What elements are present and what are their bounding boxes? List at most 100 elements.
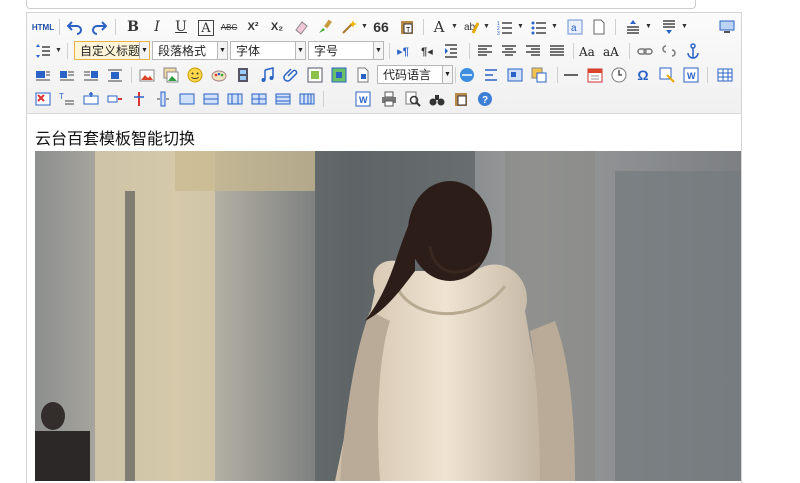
insert-date-button[interactable] bbox=[585, 65, 605, 85]
insert-frame-button[interactable] bbox=[305, 65, 325, 85]
align-left-button[interactable] bbox=[475, 41, 495, 61]
merge-right-button[interactable] bbox=[201, 89, 221, 109]
unordered-list-dropdown-arrow[interactable]: ▼ bbox=[551, 23, 558, 30]
delete-col-button[interactable] bbox=[153, 89, 173, 109]
row-spacing-top-dropdown-arrow[interactable]: ▼ bbox=[645, 23, 652, 30]
underline-button[interactable]: U bbox=[171, 17, 191, 37]
insert-video-button[interactable] bbox=[233, 65, 253, 85]
horizontal-rule-button[interactable] bbox=[561, 65, 581, 85]
format-painter-button[interactable] bbox=[315, 17, 335, 37]
background-color-dropdown-arrow[interactable]: ▼ bbox=[483, 23, 490, 30]
superscript-button[interactable]: X² bbox=[243, 17, 263, 37]
delete-table-button[interactable] bbox=[33, 89, 53, 109]
subscript-button[interactable]: X₂ bbox=[267, 17, 287, 37]
line-height-button[interactable] bbox=[33, 41, 53, 61]
insert-row-button[interactable] bbox=[81, 89, 101, 109]
row-spacing-bottom-dropdown-arrow[interactable]: ▼ bbox=[681, 23, 688, 30]
code-language-select[interactable]: 代码语言 ▼ bbox=[377, 65, 453, 84]
image-float-left-button[interactable] bbox=[57, 65, 77, 85]
redo-button[interactable] bbox=[89, 17, 109, 37]
emotion-button[interactable] bbox=[185, 65, 205, 85]
template-button[interactable] bbox=[481, 65, 501, 85]
help-button[interactable]: ? bbox=[475, 89, 495, 109]
custom-title-select[interactable]: 自定义标题 ▼ bbox=[74, 41, 150, 60]
font-color-button[interactable]: A bbox=[429, 17, 449, 37]
spelling-check-button[interactable]: a bbox=[565, 17, 585, 37]
split-rows-button[interactable] bbox=[273, 89, 293, 109]
unordered-list-button[interactable] bbox=[529, 17, 549, 37]
split-cols-button[interactable] bbox=[297, 89, 317, 109]
indent-button[interactable] bbox=[441, 41, 461, 61]
image-center-button[interactable] bbox=[105, 65, 125, 85]
row-spacing-bottom-button[interactable] bbox=[659, 17, 679, 37]
split-columns-icon bbox=[299, 93, 315, 105]
insert-time-button[interactable] bbox=[609, 65, 629, 85]
insert-col-button[interactable] bbox=[129, 89, 149, 109]
split-cells-button[interactable] bbox=[249, 89, 269, 109]
eraser-button[interactable] bbox=[291, 17, 311, 37]
align-center-button[interactable] bbox=[499, 41, 519, 61]
preview-button[interactable] bbox=[717, 17, 737, 37]
new-document-button[interactable] bbox=[589, 17, 609, 37]
unlink-button[interactable] bbox=[659, 41, 679, 61]
attachment-button[interactable] bbox=[281, 65, 301, 85]
ordered-list-dropdown-arrow[interactable]: ▼ bbox=[517, 23, 524, 30]
paragraph-format-select[interactable]: 段落格式 ▼ bbox=[152, 41, 228, 60]
image-float-none-button[interactable] bbox=[33, 65, 53, 85]
content-photo[interactable] bbox=[35, 151, 741, 481]
ordered-list-button[interactable]: 123 bbox=[495, 17, 515, 37]
insert-code-button[interactable] bbox=[353, 65, 373, 85]
image-float-right-button[interactable] bbox=[81, 65, 101, 85]
insert-image-button[interactable] bbox=[137, 65, 157, 85]
rtl-direction-button[interactable]: ¶◂ bbox=[417, 41, 437, 61]
svg-text:a: a bbox=[571, 23, 577, 34]
bold-button[interactable]: B bbox=[123, 17, 143, 37]
ltr-direction-button[interactable]: ▸¶ bbox=[393, 41, 413, 61]
background-color-button[interactable]: ab bbox=[461, 17, 481, 37]
font-color-dropdown-arrow[interactable]: ▼ bbox=[451, 23, 458, 30]
insert-table-button[interactable] bbox=[715, 65, 735, 85]
insert-paragraph-before-table-button[interactable]: T bbox=[57, 89, 77, 109]
font-size-select[interactable]: 字号 ▼ bbox=[308, 41, 384, 60]
multi-image-button[interactable] bbox=[161, 65, 181, 85]
scrawl-button[interactable] bbox=[209, 65, 229, 85]
outer-frame-strip bbox=[26, 0, 696, 9]
insert-music-button[interactable] bbox=[257, 65, 277, 85]
draft-button[interactable] bbox=[451, 89, 471, 109]
editor-content-area[interactable]: 云台百套模板智能切换 bbox=[35, 129, 741, 481]
print-preview-button[interactable] bbox=[403, 89, 423, 109]
page-break-button[interactable] bbox=[457, 65, 477, 85]
auto-format-dropdown-arrow[interactable]: ▼ bbox=[361, 23, 368, 30]
auto-format-button[interactable] bbox=[339, 17, 359, 37]
lowercase-button[interactable]: aA bbox=[601, 41, 621, 61]
align-justify-button[interactable] bbox=[547, 41, 567, 61]
merge-cells-button[interactable] bbox=[177, 89, 197, 109]
anchor-button[interactable] bbox=[683, 41, 703, 61]
italic-button[interactable]: I bbox=[147, 17, 167, 37]
google-map-button[interactable] bbox=[329, 65, 349, 85]
align-right-button[interactable] bbox=[523, 41, 543, 61]
search-replace-button[interactable] bbox=[427, 89, 447, 109]
paste-text-button[interactable]: T bbox=[397, 17, 417, 37]
merge-down-button[interactable] bbox=[225, 89, 245, 109]
background-button[interactable] bbox=[505, 65, 525, 85]
strikethrough-button[interactable]: ABC bbox=[219, 17, 239, 37]
snapscreen-button[interactable] bbox=[657, 65, 677, 85]
print-button[interactable] bbox=[379, 89, 399, 109]
row-spacing-top-button[interactable] bbox=[623, 17, 643, 37]
blockquote-button[interactable]: 66 bbox=[371, 17, 391, 37]
uppercase-button[interactable]: Aa bbox=[577, 41, 597, 61]
align-right-icon bbox=[526, 45, 540, 56]
delete-row-button[interactable] bbox=[105, 89, 125, 109]
wordimage-button[interactable] bbox=[529, 65, 549, 85]
html-source-button[interactable]: HTML bbox=[31, 17, 55, 37]
special-chars-button[interactable]: Ω bbox=[633, 65, 653, 85]
music-note-icon bbox=[261, 67, 274, 82]
font-border-button[interactable]: A bbox=[198, 20, 214, 36]
insert-link-button[interactable] bbox=[635, 41, 655, 61]
word-import-button[interactable]: W bbox=[681, 65, 701, 85]
line-height-dropdown-arrow[interactable]: ▼ bbox=[55, 47, 62, 54]
font-family-select[interactable]: 字体 ▼ bbox=[230, 41, 306, 60]
word-paste-button[interactable]: W bbox=[353, 89, 373, 109]
undo-button[interactable] bbox=[65, 17, 85, 37]
